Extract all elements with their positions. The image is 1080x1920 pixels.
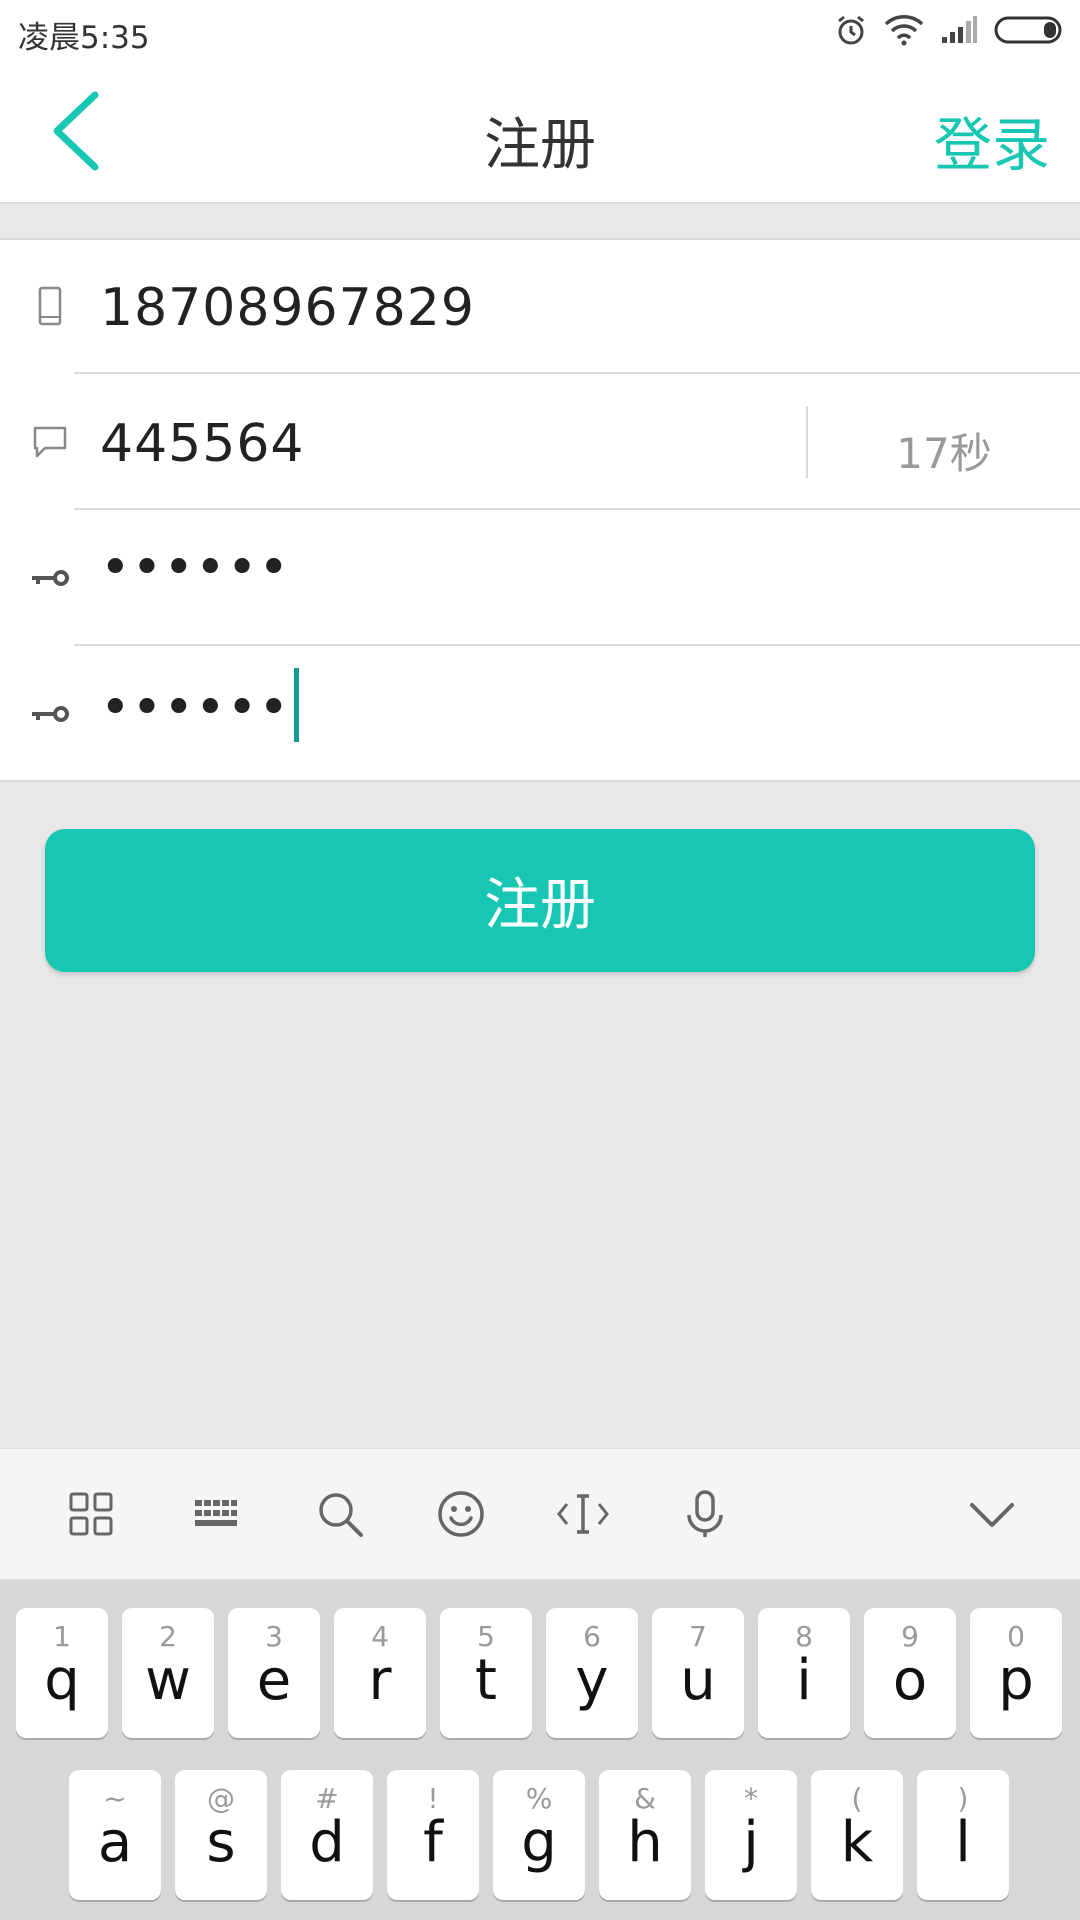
key-letter: w [145, 1648, 191, 1713]
confirm-password-row[interactable]: •••••• [0, 648, 1080, 782]
key-t[interactable]: 5t [440, 1608, 532, 1738]
key-o[interactable]: 9o [864, 1608, 956, 1738]
key-y[interactable]: 6y [546, 1608, 638, 1738]
battery-icon [994, 15, 1066, 45]
key-letter: t [475, 1648, 497, 1713]
text-caret [294, 668, 300, 742]
key-letter: g [521, 1810, 557, 1875]
key-l[interactable]: ) l [917, 1770, 1009, 1900]
login-link[interactable]: 登录 [934, 98, 1050, 182]
countdown-button[interactable]: 17秒 [808, 420, 1080, 481]
key-i[interactable]: 8i [758, 1608, 850, 1738]
status-icons [834, 10, 1066, 50]
key-letter: f [423, 1810, 443, 1875]
phone-row[interactable]: 18708967829 [0, 240, 1080, 374]
key-icon [28, 556, 72, 600]
chevron-down-icon[interactable] [957, 1479, 1027, 1549]
key-w[interactable]: 2w [122, 1608, 214, 1738]
key-e[interactable]: 3e [228, 1608, 320, 1738]
key-letter: d [309, 1810, 345, 1875]
wifi-icon [884, 14, 924, 46]
key-letter: j [743, 1810, 759, 1875]
key-letter: y [575, 1648, 609, 1713]
register-form: 18708967829 445564 17秒 •••••• •••••• [0, 238, 1080, 782]
key-letter: p [998, 1648, 1034, 1713]
key-r[interactable]: 4r [334, 1608, 426, 1738]
register-button[interactable]: 注册 [45, 829, 1035, 972]
status-time: 凌晨5:35 [18, 20, 150, 56]
confirm-password-value: •••••• [100, 678, 291, 738]
phone-input[interactable]: 18708967829 [100, 278, 475, 338]
divider [74, 372, 1080, 374]
app-header: 注册 登录 [0, 62, 1080, 204]
status-bar: 凌晨5:35 [0, 0, 1080, 62]
cursor-icon[interactable] [548, 1479, 618, 1549]
key-letter: i [796, 1648, 812, 1713]
page-title: 注册 [484, 113, 596, 178]
search-icon[interactable] [305, 1479, 375, 1549]
key-p[interactable]: 0p [970, 1608, 1062, 1738]
key-letter: e [256, 1648, 292, 1713]
confirm-password-input[interactable]: •••••• [100, 668, 300, 748]
key-q[interactable]: 1q [16, 1608, 108, 1738]
key-s[interactable]: @ s [175, 1770, 267, 1900]
key-letter: q [44, 1648, 80, 1713]
key-f[interactable]: ! f [387, 1770, 479, 1900]
keyboard-toolbar [0, 1448, 1080, 1580]
key-j[interactable]: * j [705, 1770, 797, 1900]
key-k[interactable]: (k [811, 1770, 903, 1900]
key-letter: h [627, 1810, 663, 1875]
divider [74, 508, 1080, 510]
password-input[interactable]: •••••• [100, 538, 290, 598]
key-letter: l [955, 1810, 971, 1875]
code-row[interactable]: 445564 17秒 [0, 376, 1080, 510]
key-h[interactable]: & h [599, 1770, 691, 1900]
verification-code-input[interactable]: 445564 [100, 414, 305, 474]
key-a[interactable]: ~ a [69, 1770, 161, 1900]
key-u[interactable]: 7u [652, 1608, 744, 1738]
alarm-icon [834, 13, 868, 47]
phone-icon [28, 284, 72, 328]
key-d[interactable]: # d [281, 1770, 373, 1900]
key-icon [28, 692, 72, 736]
keyboard-icon[interactable] [181, 1479, 251, 1549]
divider [74, 644, 1080, 646]
key-letter: a [97, 1810, 133, 1875]
key-letter: r [368, 1648, 392, 1713]
message-icon [28, 420, 72, 464]
password-row[interactable]: •••••• [0, 512, 1080, 646]
key-letter: k [840, 1810, 874, 1875]
grid-icon[interactable] [56, 1479, 126, 1549]
key-letter: s [206, 1810, 236, 1875]
signal-icon [940, 15, 978, 45]
key-g[interactable]: % g [493, 1770, 585, 1900]
key-letter: u [680, 1648, 716, 1713]
soft-keyboard: 1q2w3e4r5t6y7u8i9o0p ~ a @ s # d! f% g & h * j(k) l [0, 1580, 1080, 1920]
emoji-icon[interactable] [426, 1479, 496, 1549]
microphone-icon[interactable] [670, 1479, 740, 1549]
key-letter: o [892, 1648, 928, 1713]
